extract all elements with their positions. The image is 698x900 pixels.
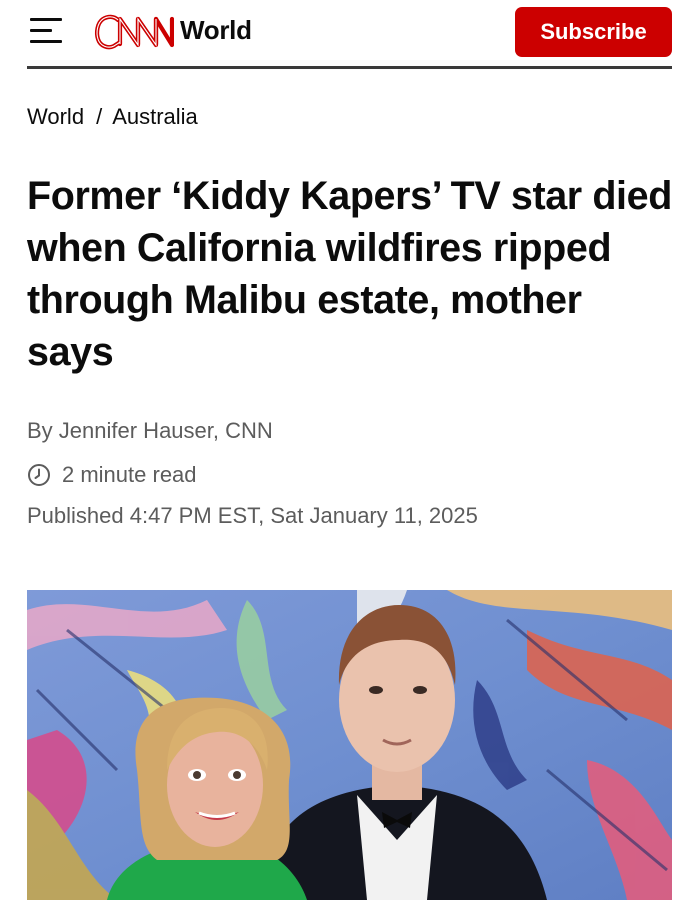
- breadcrumb: World / Australia: [27, 104, 198, 130]
- read-time-text: 2 minute read: [62, 462, 197, 487]
- subscribe-button[interactable]: Subscribe: [515, 7, 672, 57]
- cnn-logo[interactable]: [94, 11, 174, 53]
- author-link[interactable]: Jennifer Hauser: [59, 418, 213, 443]
- published-timestamp: Published 4:47 PM EST, Sat January 11, 2…: [27, 503, 478, 528]
- breadcrumb-item-world[interactable]: World: [27, 104, 84, 130]
- byline-prefix: By: [27, 418, 59, 443]
- hamburger-menu-icon[interactable]: [30, 16, 64, 46]
- read-time: 2 minute read: [27, 460, 197, 490]
- header-divider: [27, 66, 672, 69]
- byline-suffix: , CNN: [212, 418, 273, 443]
- byline: By Jennifer Hauser, CNN: [27, 418, 273, 444]
- breadcrumb-item-australia[interactable]: Australia: [112, 104, 198, 130]
- article-headline: Former ‘Kiddy Kapers’ TV star died when …: [27, 174, 672, 374]
- clock-icon: [27, 463, 51, 487]
- site-header: World Subscribe: [0, 0, 698, 69]
- section-name[interactable]: World: [180, 15, 252, 46]
- article-photo[interactable]: [27, 590, 672, 900]
- breadcrumb-separator: /: [96, 104, 103, 129]
